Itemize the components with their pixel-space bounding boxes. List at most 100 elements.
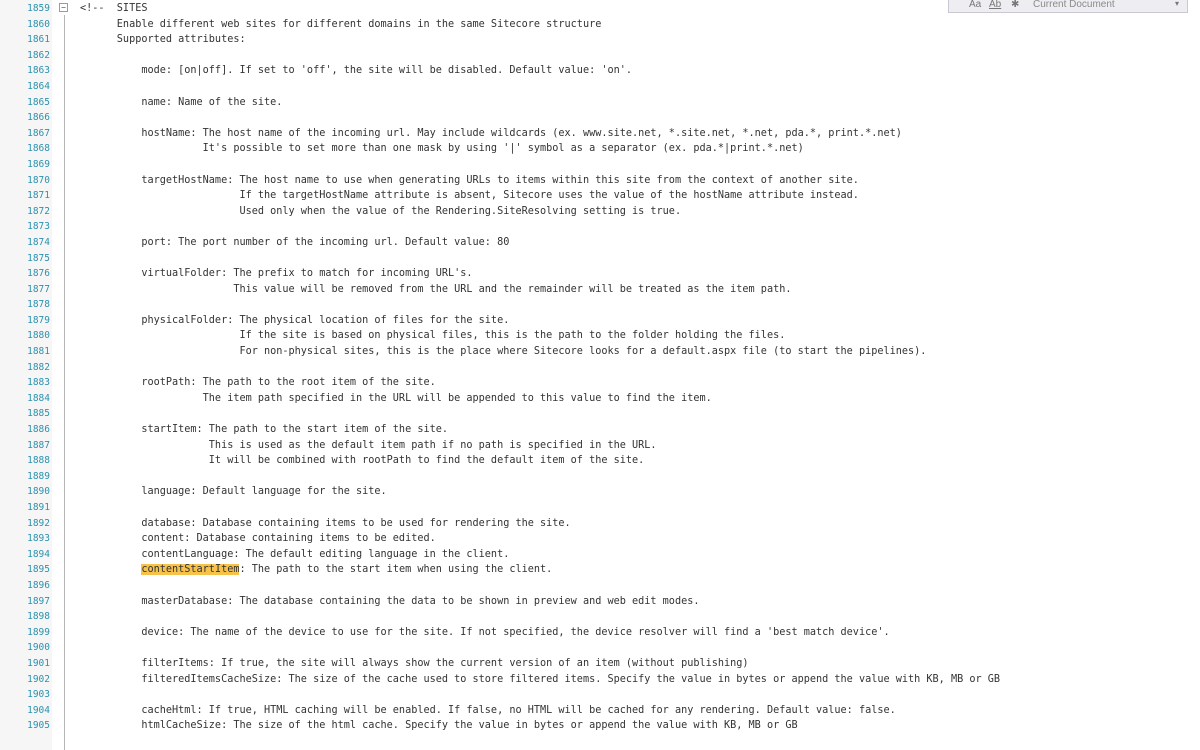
code-line[interactable]: 1893 content: Database containing items …	[0, 531, 1200, 547]
line-number: 1901	[27, 657, 50, 669]
code-line[interactable]: 1888 It will be combined with rootPath t…	[0, 453, 1200, 469]
line-number: 1874	[27, 236, 50, 248]
code-line[interactable]: 1866	[0, 110, 1200, 126]
line-number: 1879	[27, 314, 50, 326]
regex-icon[interactable]: ✱	[1011, 0, 1019, 10]
code-text: This is used as the default item path if…	[80, 439, 657, 451]
line-number: 1872	[27, 205, 50, 217]
code-line[interactable]: 1865 name: Name of the site.	[0, 95, 1200, 111]
code-text: For non-physical sites, this is the plac…	[80, 346, 927, 358]
code-line[interactable]: 1863 mode: [on|off]. If set to 'off', th…	[0, 63, 1200, 79]
code-line[interactable]: 1875	[0, 251, 1200, 267]
line-number: 1905	[27, 720, 50, 732]
code-line[interactable]: 1869	[0, 157, 1200, 173]
code-line[interactable]: 1903	[0, 687, 1200, 703]
code-line[interactable]: 1895 contentStartItem: The path to the s…	[0, 562, 1200, 578]
line-number: 1882	[27, 361, 50, 373]
line-number: 1860	[27, 18, 50, 30]
code-line[interactable]: 1904 cacheHtml: If true, HTML caching wi…	[0, 703, 1200, 719]
code-line[interactable]: 1871 If the targetHostName attribute is …	[0, 188, 1200, 204]
line-number: 1875	[27, 252, 50, 264]
code-line[interactable]: 1886 startItem: The path to the start it…	[0, 422, 1200, 438]
code-text: port: The port number of the incoming ur…	[80, 236, 510, 248]
code-line[interactable]: 1870 targetHostName: The host name to us…	[0, 173, 1200, 189]
code-line[interactable]: 1861 Supported attributes:	[0, 32, 1200, 48]
code-line[interactable]: 1873	[0, 219, 1200, 235]
code-line[interactable]: 1883 rootPath: The path to the root item…	[0, 375, 1200, 391]
code-line[interactable]: 1905 htmlCacheSize: The size of the html…	[0, 718, 1200, 734]
code-text-pre	[80, 564, 141, 575]
code-text: Used only when the value of the Renderin…	[80, 205, 682, 217]
code-line[interactable]: 1864	[0, 79, 1200, 95]
code-text: name: Name of the site.	[80, 96, 283, 108]
code-line[interactable]: 1884 The item path specified in the URL …	[0, 391, 1200, 407]
code-line[interactable]: 1878	[0, 297, 1200, 313]
chevron-down-icon[interactable]: ▾	[1175, 0, 1179, 8]
code-line[interactable]: 1882	[0, 360, 1200, 376]
line-number: 1877	[27, 283, 50, 295]
code-line[interactable]: 1897 masterDatabase: The database contai…	[0, 594, 1200, 610]
code-line[interactable]: 1879 physicalFolder: The physical locati…	[0, 313, 1200, 329]
code-line[interactable]: 1891	[0, 500, 1200, 516]
code-line[interactable]: 1860 Enable different web sites for diff…	[0, 17, 1200, 33]
code-line[interactable]: 1889	[0, 469, 1200, 485]
line-number: 1871	[27, 190, 50, 202]
search-scope-select[interactable]: Current Document	[1033, 0, 1115, 10]
line-number: 1898	[27, 611, 50, 623]
code-text: contentLanguage: The default editing lan…	[80, 548, 510, 560]
code-line[interactable]: 1867 hostName: The host name of the inco…	[0, 126, 1200, 142]
line-number: 1878	[27, 299, 50, 311]
code-text: It's possible to set more than one mask …	[80, 143, 804, 155]
code-line[interactable]: 1880 If the site is based on physical fi…	[0, 328, 1200, 344]
line-number: 1868	[27, 143, 50, 155]
line-number: 1883	[27, 377, 50, 389]
match-whole-word-button[interactable]: Ab	[989, 0, 1001, 10]
code-line[interactable]: 1894 contentLanguage: The default editin…	[0, 547, 1200, 563]
code-line[interactable]: 1868 It's possible to set more than one …	[0, 141, 1200, 157]
code-text: virtualFolder: The prefix to match for i…	[80, 268, 473, 280]
code-text: <!-- SITES	[80, 3, 148, 14]
code-text: cacheHtml: If true, HTML caching will be…	[80, 704, 896, 716]
search-match-highlight: contentStartItem	[141, 564, 240, 576]
code-text: It will be combined with rootPath to fin…	[80, 455, 645, 467]
code-line[interactable]: 1890 language: Default language for the …	[0, 484, 1200, 500]
line-number: 1866	[27, 112, 50, 124]
code-editor[interactable]: − 1859 <!-- SITES 1860 Enable different we…	[0, 0, 1200, 750]
code-line[interactable]: 1877 This value will be removed from the…	[0, 282, 1200, 298]
line-number: 1897	[27, 595, 50, 607]
code-line[interactable]: 1899 device: The name of the device to u…	[0, 625, 1200, 641]
line-number: 1887	[27, 439, 50, 451]
code-line[interactable]: 1862	[0, 48, 1200, 64]
line-number: 1902	[27, 673, 50, 685]
line-number: 1896	[27, 579, 50, 591]
line-number: 1873	[27, 221, 50, 233]
code-line[interactable]: 1885	[0, 406, 1200, 422]
code-line[interactable]: 1881 For non-physical sites, this is the…	[0, 344, 1200, 360]
code-text-post: : The path to the start item when using …	[239, 564, 553, 576]
match-case-button[interactable]: Aa	[969, 0, 981, 10]
code-line[interactable]: 1902 filteredItemsCacheSize: The size of…	[0, 672, 1200, 688]
code-lines[interactable]: 1859 <!-- SITES 1860 Enable different web …	[0, 1, 1200, 734]
code-text: Enable different web sites for different…	[80, 18, 602, 30]
code-line[interactable]: 1896	[0, 578, 1200, 594]
code-line[interactable]: 1874 port: The port number of the incomi…	[0, 235, 1200, 251]
code-text: contentStartItem: The path to the start …	[80, 562, 552, 578]
code-line[interactable]: 1872 Used only when the value of the Ren…	[0, 204, 1200, 220]
code-text: startItem: The path to the start item of…	[80, 424, 449, 436]
code-text: rootPath: The path to the root item of t…	[80, 377, 436, 389]
line-number: 1893	[27, 533, 50, 545]
code-line[interactable]: 1887 This is used as the default item pa…	[0, 438, 1200, 454]
code-line[interactable]: 1898	[0, 609, 1200, 625]
line-number: 1869	[27, 158, 50, 170]
code-line[interactable]: 1901 filterItems: If true, the site will…	[0, 656, 1200, 672]
code-line[interactable]: 1876 virtualFolder: The prefix to match …	[0, 266, 1200, 282]
line-number: 1859	[27, 3, 50, 14]
code-line[interactable]: 1892 database: Database containing items…	[0, 516, 1200, 532]
find-toolbar: Aa Ab ✱ Current Document ▾	[948, 0, 1188, 13]
line-number: 1867	[27, 127, 50, 139]
line-number: 1890	[27, 486, 50, 498]
code-text: filteredItemsCacheSize: The size of the …	[80, 673, 1001, 685]
code-line[interactable]: 1900	[0, 640, 1200, 656]
code-text: device: The name of the device to use fo…	[80, 626, 890, 638]
code-text: htmlCacheSize: The size of the html cach…	[80, 720, 798, 732]
